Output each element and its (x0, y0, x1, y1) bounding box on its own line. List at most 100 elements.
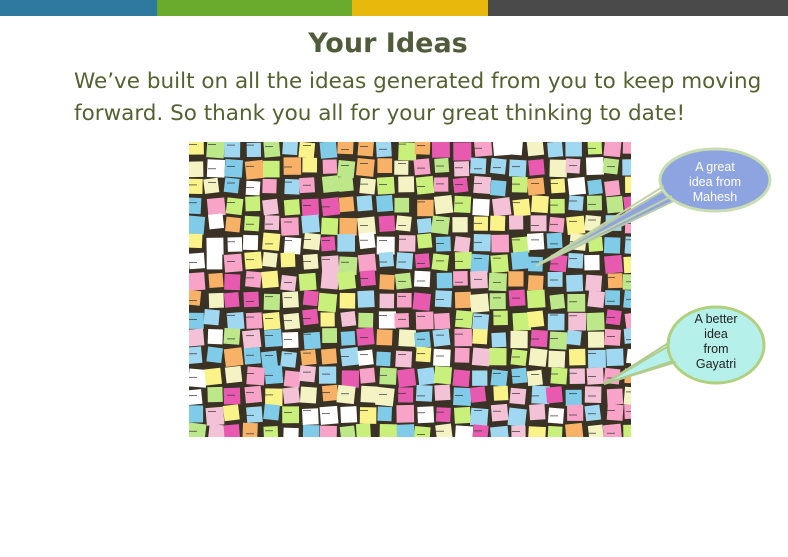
sticky-note (283, 312, 301, 330)
sticky-note (453, 142, 472, 161)
callout-line: Gayatri (695, 357, 737, 371)
sticky-note (547, 425, 563, 437)
sticky-note (510, 330, 528, 349)
sticky-note (454, 425, 474, 437)
sticky-note (472, 370, 488, 386)
sticky-note (283, 427, 299, 437)
sticky-note (398, 176, 415, 193)
sticky-note (263, 403, 280, 421)
callout-line: idea from (688, 175, 742, 189)
sticky-note (262, 312, 281, 331)
sticky-note (208, 272, 224, 288)
sticky-note (359, 270, 376, 287)
sticky-note (224, 365, 243, 384)
bar-segment-green (157, 0, 352, 16)
sticky-note (206, 237, 224, 255)
sticky-note (413, 331, 431, 349)
sticky-note (512, 198, 531, 217)
sticky-note (452, 177, 469, 194)
sticky-note (396, 252, 414, 270)
sticky-note (606, 348, 624, 367)
sticky-note (604, 290, 621, 306)
sticky-note (550, 178, 566, 194)
sticky-note (244, 251, 263, 270)
sticky-note (416, 233, 433, 249)
sticky-note (491, 234, 510, 253)
sticky-note (527, 310, 545, 328)
sticky-note (242, 234, 259, 251)
sticky-note (549, 331, 568, 350)
sticky-note (337, 159, 356, 179)
sticky-note (469, 293, 490, 313)
sticky-note (508, 271, 524, 287)
sticky-note (321, 255, 340, 274)
sticky-note (320, 271, 340, 290)
sticky-note (396, 424, 415, 437)
sticky-note (206, 346, 223, 364)
sticky-note (490, 254, 509, 273)
sticky-note (189, 328, 205, 347)
sticky-note (337, 234, 356, 252)
sticky-note (360, 385, 378, 403)
sticky-note (376, 351, 391, 367)
sticky-note (317, 292, 338, 313)
sticky-note (264, 365, 284, 385)
sticky-note (623, 327, 631, 344)
sticky-note (222, 404, 240, 422)
sticky-note (469, 386, 487, 403)
sticky-note (224, 159, 244, 178)
sticky-note (548, 350, 566, 368)
sticky-note (396, 404, 415, 423)
sticky-note (473, 142, 493, 157)
callout-text-gayatri: A better idea from Gayatri (668, 312, 764, 372)
bar-segment-gray (488, 0, 788, 16)
sticky-note (283, 199, 301, 216)
sticky-note (414, 253, 430, 269)
sticky-note (452, 369, 471, 388)
sticky-note (225, 216, 241, 233)
sticky-note (528, 256, 543, 272)
sticky-note (302, 157, 318, 173)
sticky-note (547, 271, 563, 287)
sticky-note (302, 425, 320, 437)
sticky-note (394, 313, 410, 328)
sticky-note (586, 367, 604, 385)
sticky-note (433, 365, 453, 385)
sticky-note (433, 195, 454, 215)
sticky-note (625, 176, 631, 193)
sticky-note (453, 406, 471, 424)
sticky-note (587, 349, 606, 368)
sticky-note (378, 311, 397, 329)
sticky-note (472, 328, 488, 345)
sticky-note (298, 142, 316, 159)
sticky-note (341, 370, 360, 388)
sticky-note (302, 308, 319, 326)
sticky-note (472, 198, 490, 216)
sticky-note (568, 195, 584, 211)
sticky-note (471, 313, 490, 331)
sticky-note (300, 349, 317, 366)
sticky-note (587, 331, 605, 348)
sticky-note (567, 253, 584, 269)
sticky-note (340, 406, 358, 424)
sticky-note (355, 157, 375, 177)
sticky-note (469, 157, 487, 175)
sticky-note (432, 328, 451, 347)
sticky-note (284, 178, 301, 195)
sticky-note (242, 422, 258, 437)
sticky-note (413, 158, 431, 176)
sticky-note (414, 142, 431, 155)
sticky-note (622, 142, 631, 154)
sticky-note (566, 215, 586, 235)
sticky-note (205, 406, 225, 426)
sticky-note (282, 331, 299, 349)
sticky-note (355, 423, 371, 437)
sticky-note (415, 384, 433, 402)
sticky-note (434, 290, 452, 308)
sticky-note (379, 367, 397, 385)
sticky-note (436, 272, 453, 289)
sticky-note (550, 367, 568, 385)
sticky-note (245, 180, 261, 196)
sticky-note (283, 370, 301, 388)
sticky-note (435, 236, 451, 252)
